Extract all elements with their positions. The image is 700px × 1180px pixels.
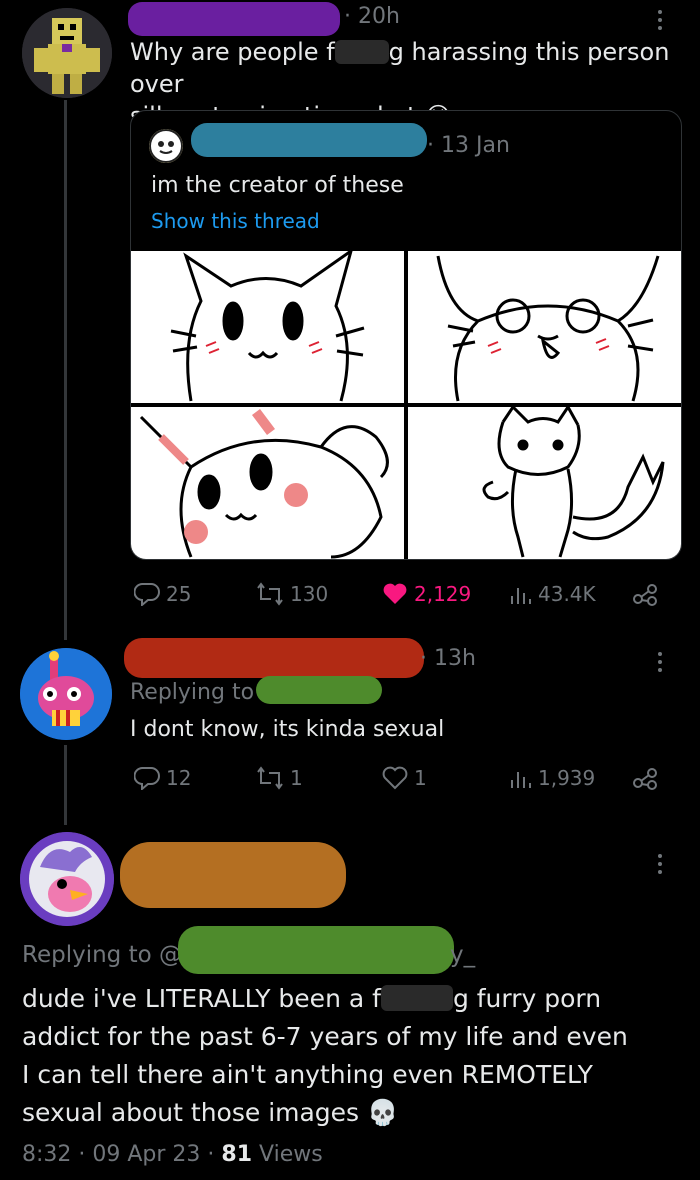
censor-mark [334,40,389,64]
like-count: 2,129 [414,582,472,606]
redacted-username [191,123,427,157]
like-count: 1 [414,766,427,790]
quote-text: im the creator of these [151,173,404,198]
reply-icon [134,583,160,606]
tweet-text: dude i've LITERALLY been a fg furry porn… [22,984,628,1127]
reply-count: 12 [166,766,192,790]
views-icon [511,588,531,604]
avatar-image [22,8,112,98]
avatar-image [20,648,112,740]
reply-count: 25 [166,582,192,606]
more-icon[interactable] [658,850,662,878]
retweet-count: 1 [290,766,303,790]
redacted-username [128,2,340,36]
retweet-icon [257,766,283,790]
tweet-time[interactable]: · 20h [344,4,400,29]
thread-line [64,745,67,825]
cat-image-2[interactable] [408,251,681,403]
avatar[interactable] [22,8,112,98]
reply-button[interactable]: 12 [134,766,191,790]
show-thread-link[interactable]: Show this thread [151,209,320,233]
redacted-username [124,638,424,678]
thread-line [64,100,67,640]
cat-image-1[interactable] [131,251,404,403]
redacted-display-name [120,842,346,908]
like-icon [382,766,408,790]
image-grid [131,251,681,559]
more-icon[interactable] [658,6,662,34]
views-button[interactable]: 43.4K [508,582,596,606]
reply-icon [134,767,160,790]
quote-avatar [149,129,183,163]
like-button[interactable]: 2,129 [382,582,471,606]
avatar[interactable] [20,832,114,926]
views-button[interactable]: 1,939 [508,766,595,790]
tweet-time[interactable]: · 13h [420,646,476,671]
redacted-handle [256,676,382,704]
avatar[interactable] [20,648,112,740]
share-icon [633,584,657,606]
replying-to: Replying to [130,680,255,705]
retweet-icon [257,582,283,606]
tweet-text: I dont know, its kinda sexual [130,717,445,742]
reply-button[interactable]: 25 [134,582,191,606]
cat-image-4[interactable] [408,407,681,559]
tweet-meta: 8:32 · 09 Apr 23 · 81 Views [22,1142,323,1167]
views-label: Views [252,1142,323,1167]
views-icon [511,772,531,788]
views-count: 43.4K [538,582,596,606]
cat-image-3[interactable] [131,407,404,559]
quote-time: · 13 Jan [427,133,510,158]
handle-tail: y_ [450,942,476,968]
like-button[interactable]: 1 [382,766,427,790]
skull-emoji: 💀 [367,1098,399,1127]
retweet-count: 130 [290,582,329,606]
share-button[interactable] [632,766,658,790]
views-number: 81 [221,1142,253,1167]
avatar-image [20,832,114,926]
views-count: 1,939 [538,766,596,790]
censor-mark [380,985,453,1011]
quote-tweet-card[interactable]: · 13 Jan im the creator of these Show th… [130,110,682,560]
retweet-button[interactable]: 1 [256,766,303,790]
more-icon[interactable] [658,648,662,676]
share-icon [633,768,657,790]
like-icon [383,583,407,604]
retweet-button[interactable]: 130 [256,582,328,606]
replying-to: Replying to @ [22,942,182,968]
tweet-timestamp[interactable]: 8:32 · 09 Apr 23 · [22,1142,221,1167]
share-button[interactable] [632,582,658,606]
redacted-handle [178,926,454,974]
